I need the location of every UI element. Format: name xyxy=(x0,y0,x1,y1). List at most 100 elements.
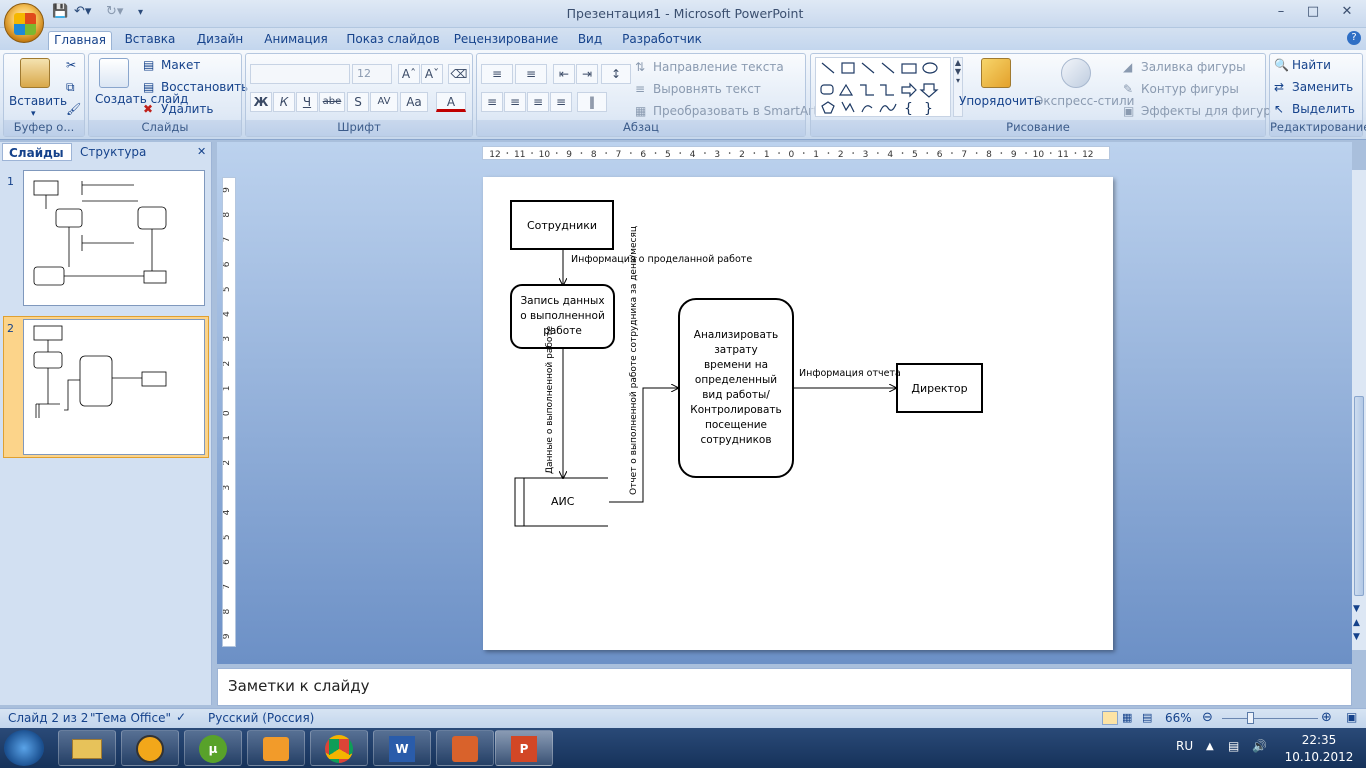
redo-icon[interactable]: ↻▾ xyxy=(106,4,123,22)
shapes-gallery[interactable]: {} xyxy=(815,57,951,117)
new-slide-button[interactable]: Создать слайд xyxy=(95,92,188,106)
tab-view[interactable]: Вид xyxy=(570,31,610,50)
decrease-indent-icon[interactable]: ⇤ xyxy=(553,64,575,84)
font-size-input[interactable]: 12 xyxy=(352,64,392,84)
format-painter-icon[interactable]: 🖌 xyxy=(66,102,81,116)
tab-outline-panel[interactable]: Структура xyxy=(74,143,154,161)
office-button[interactable] xyxy=(4,3,44,43)
shape-fill-button[interactable]: Заливка фигуры xyxy=(1141,60,1246,74)
taskbar-app-icon[interactable] xyxy=(436,730,494,766)
taskbar-chrome-icon[interactable] xyxy=(310,730,368,766)
tab-slideshow[interactable]: Показ слайдов xyxy=(344,31,442,50)
shrink-font-icon[interactable]: Aˇ xyxy=(421,64,443,84)
slide-thumbnail-2[interactable] xyxy=(23,319,205,455)
align-left-icon[interactable]: ≡ xyxy=(481,92,503,112)
close-panel-icon[interactable]: ✕ xyxy=(197,145,206,158)
slideshow-view-icon[interactable]: ▤ xyxy=(1142,711,1152,724)
align-center-icon[interactable]: ≡ xyxy=(504,92,526,112)
change-case-button[interactable]: Aa xyxy=(400,92,428,112)
copy-icon[interactable]: ⧉ xyxy=(66,80,75,95)
tray-language[interactable]: RU xyxy=(1176,739,1193,753)
underline-button[interactable]: Ч xyxy=(296,92,318,112)
align-text-button[interactable]: Выровнять текст xyxy=(653,82,761,96)
minimize-icon[interactable]: – xyxy=(1268,4,1294,20)
slide-thumbnail-1[interactable] xyxy=(23,170,205,306)
font-color-button[interactable]: A xyxy=(436,92,466,112)
tray-date[interactable]: 10.10.2012 xyxy=(1282,750,1356,764)
fit-to-window-icon[interactable]: ▣ xyxy=(1346,710,1357,724)
bold-button[interactable]: Ж xyxy=(250,92,272,112)
cut-icon[interactable]: ✂ xyxy=(66,58,76,72)
status-theme[interactable]: "Тема Office" xyxy=(90,711,171,725)
next-slide-icon[interactable]: ▼ xyxy=(1353,632,1360,642)
tab-insert[interactable]: Вставка xyxy=(120,31,180,50)
save-icon[interactable]: 💾 xyxy=(52,4,68,22)
status-language[interactable]: Русский (Россия) xyxy=(208,711,314,725)
vertical-scrollbar[interactable]: ▼ ▲ ▼ xyxy=(1352,170,1366,650)
select-button[interactable]: Выделить xyxy=(1292,102,1355,116)
help-icon[interactable]: ? xyxy=(1347,31,1361,45)
undo-icon[interactable]: ↶▾ xyxy=(74,4,91,22)
italic-button[interactable]: К xyxy=(273,92,295,112)
scroll-thumb[interactable] xyxy=(1354,396,1364,596)
replace-button[interactable]: Заменить xyxy=(1292,80,1353,94)
layout-button[interactable]: Макет xyxy=(161,58,200,72)
char-spacing-button[interactable]: AV xyxy=(370,92,398,112)
font-name-input[interactable] xyxy=(250,64,350,84)
zoom-out-icon[interactable]: ⊖ xyxy=(1202,710,1213,725)
taskbar-media-icon[interactable] xyxy=(247,730,305,766)
tray-expand-icon[interactable]: ▲ xyxy=(1206,741,1214,752)
columns-icon[interactable]: ‖ xyxy=(577,92,607,112)
line-spacing-icon[interactable]: ↕ xyxy=(601,64,631,84)
tray-volume-icon[interactable]: 🔊 xyxy=(1252,739,1267,753)
taskbar-utorrent-icon[interactable]: µ xyxy=(184,730,242,766)
spellcheck-icon[interactable]: ✓ xyxy=(176,710,186,724)
prev-slide-icon[interactable]: ▲ xyxy=(1353,618,1360,628)
numbering-icon[interactable]: ≡ xyxy=(515,64,547,84)
taskbar-explorer-icon[interactable] xyxy=(58,730,116,766)
close-icon[interactable]: ✕ xyxy=(1334,4,1360,20)
find-button[interactable]: Найти xyxy=(1292,58,1331,72)
sorter-view-icon[interactable]: ▦ xyxy=(1122,711,1132,724)
delete-button[interactable]: Удалить xyxy=(161,102,214,116)
justify-icon[interactable]: ≡ xyxy=(550,92,572,112)
tab-design[interactable]: Дизайн xyxy=(192,31,248,50)
shapes-scroll-icon[interactable]: ▲ ▼ ▾ xyxy=(953,57,963,117)
reset-button[interactable]: Восстановить xyxy=(161,80,248,94)
entity-director[interactable]: Директор xyxy=(896,363,983,413)
increase-indent-icon[interactable]: ⇥ xyxy=(576,64,598,84)
shape-outline-button[interactable]: Контур фигуры xyxy=(1141,82,1239,96)
process-analyze[interactable]: Анализировать затрату времени на определ… xyxy=(678,298,794,478)
entity-employees[interactable]: Сотрудники xyxy=(510,200,614,250)
qat-customize-icon[interactable]: ▾ xyxy=(138,7,143,25)
normal-view-icon[interactable] xyxy=(1102,711,1118,725)
process-record[interactable]: Запись данных о выполненной работе xyxy=(510,284,615,349)
paste-dropdown-icon[interactable]: ▾ xyxy=(31,109,36,119)
paste-button[interactable]: Вставить xyxy=(9,94,67,108)
tab-home[interactable]: Главная xyxy=(48,31,112,50)
tray-time[interactable]: 22:35 xyxy=(1292,733,1346,747)
arrange-button[interactable]: Упорядочить xyxy=(959,94,1041,108)
text-direction-button[interactable]: Направление текста xyxy=(653,60,784,74)
zoom-in-icon[interactable]: ⊕ xyxy=(1321,710,1332,725)
maximize-icon[interactable]: □ xyxy=(1300,4,1326,20)
zoom-slider-track[interactable] xyxy=(1222,718,1318,719)
quick-styles-button[interactable]: Экспресс-стили xyxy=(1035,94,1134,108)
start-button-icon[interactable] xyxy=(4,730,44,766)
slide-canvas[interactable]: Сотрудники Информация о проделанной рабо… xyxy=(483,177,1113,650)
tray-network-icon[interactable]: ▤ xyxy=(1228,739,1239,753)
tab-animation[interactable]: Анимация xyxy=(260,31,332,50)
tab-slides-panel[interactable]: Слайды xyxy=(2,143,72,161)
scroll-down-icon[interactable]: ▼ xyxy=(1353,604,1360,614)
shadow-button[interactable]: S xyxy=(347,92,369,112)
taskbar-powerpoint-icon[interactable]: P xyxy=(495,730,553,766)
taskbar-aimp-icon[interactable] xyxy=(121,730,179,766)
align-right-icon[interactable]: ≡ xyxy=(527,92,549,112)
strikethrough-button[interactable]: abe xyxy=(319,92,345,112)
notes-pane[interactable]: Заметки к слайду xyxy=(217,668,1352,706)
tab-developer[interactable]: Разработчик xyxy=(618,31,706,50)
clear-format-icon[interactable]: ⌫ xyxy=(448,64,470,84)
bullets-icon[interactable]: ≡ xyxy=(481,64,513,84)
zoom-slider-thumb[interactable] xyxy=(1247,712,1254,724)
smartart-button[interactable]: Преобразовать в SmartArt xyxy=(653,104,818,118)
